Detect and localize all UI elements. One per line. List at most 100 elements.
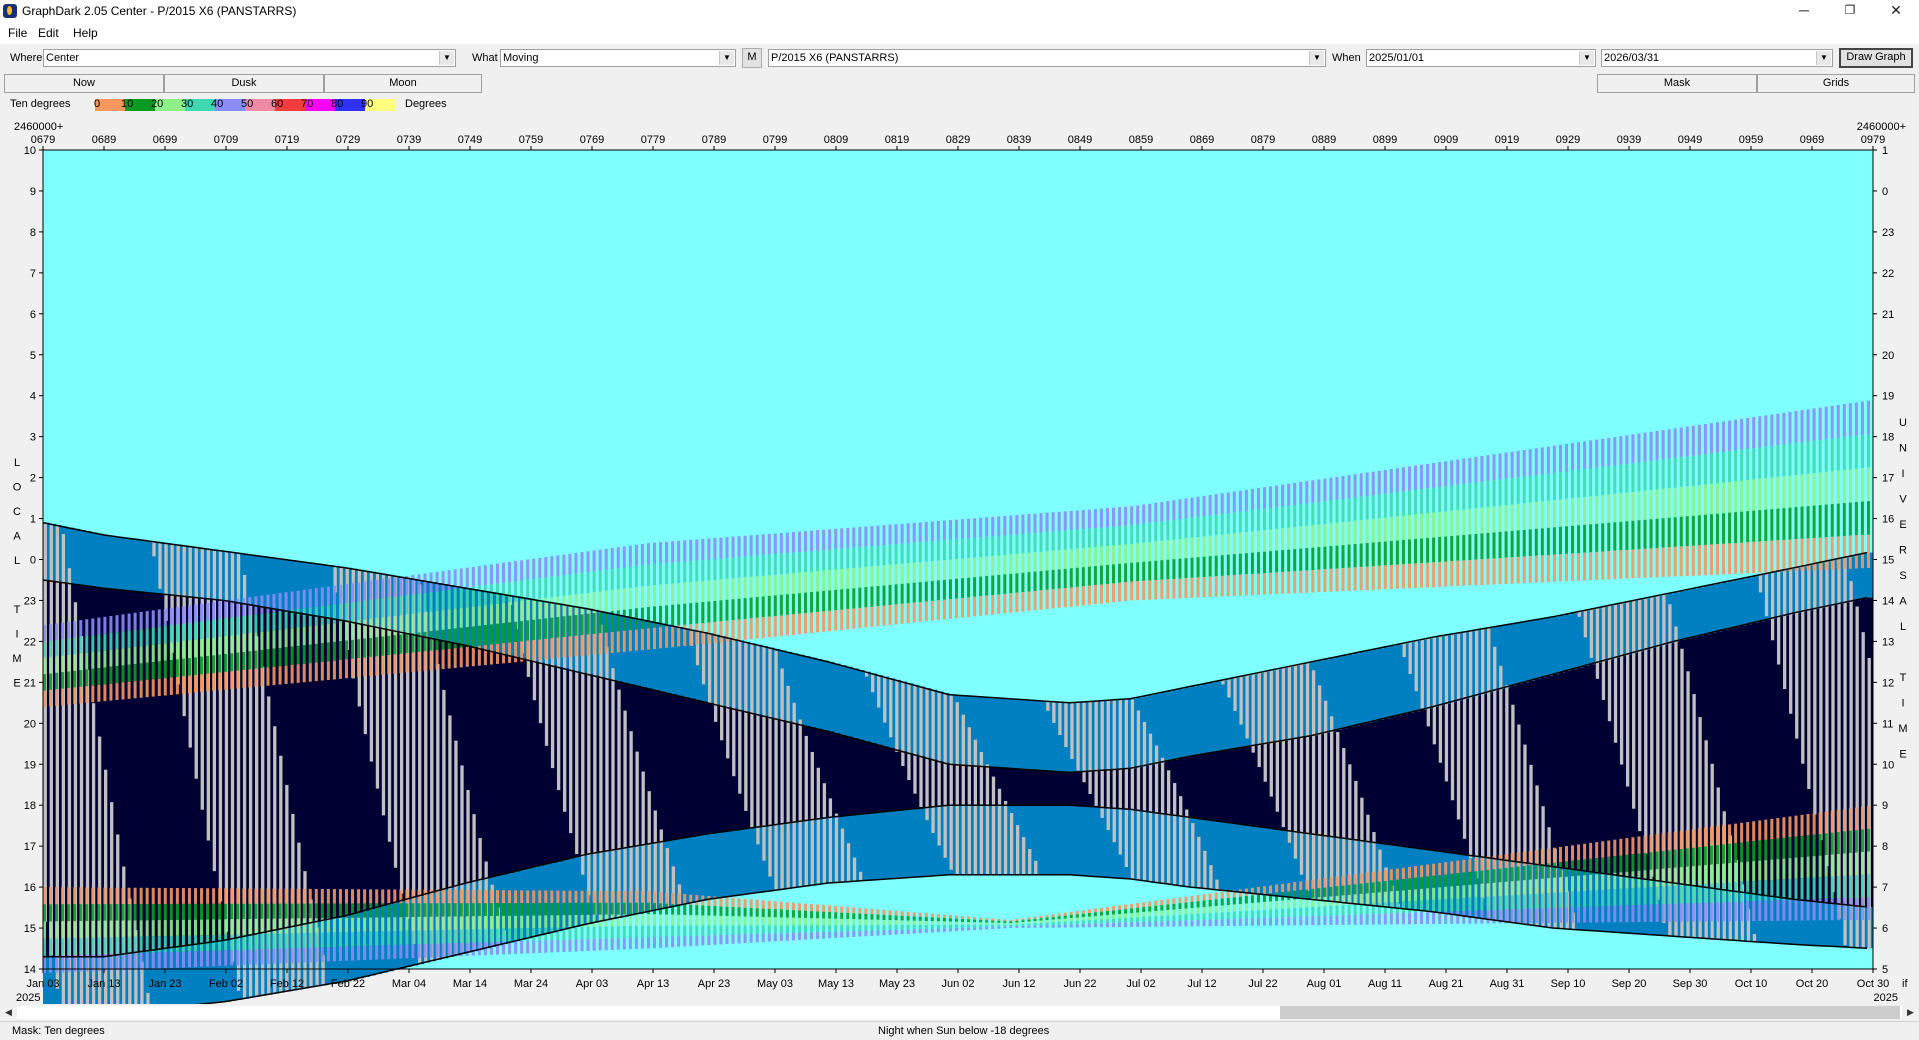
object-altitude-stripe [640,628,644,651]
menu-help[interactable]: Help [73,26,98,40]
object-altitude-stripe [1860,897,1864,920]
object-altitude-stripe [1866,806,1870,829]
start-date-select[interactable]: 2025/01/01 ▼ [1366,49,1596,67]
object-altitude-stripe [586,938,590,951]
object-altitude-stripe [1546,527,1550,555]
object-altitude-stripe [870,606,874,627]
object-altitude-stripe [471,942,475,956]
object-altitude-stripe [284,933,288,949]
object-altitude-stripe [1220,905,1224,913]
grids-button[interactable]: Grids [1757,74,1915,93]
object-altitude-stripe [1166,559,1170,580]
object-altitude-stripe [1746,480,1750,512]
moonlight-stripe [1052,701,1056,723]
m-button[interactable]: M [742,48,762,68]
night-column [1184,757,1192,817]
draw-graph-button[interactable]: Draw Graph [1839,48,1913,68]
evening-twilight-column [1365,650,1373,723]
object-altitude-stripe [1172,519,1176,540]
object-altitude-stripe [1353,497,1357,521]
object-altitude-stripe [1299,916,1303,926]
object-altitude-stripe [846,925,850,932]
object-altitude-stripe [1238,911,1242,919]
object-altitude-stripe [471,566,475,587]
horizontal-scrollbar[interactable]: ◀ ▶ [0,1004,1919,1021]
chevron-down-icon[interactable]: ▼ [1309,51,1324,65]
menu-file[interactable]: File [8,26,27,40]
object-altitude-stripe [653,585,657,607]
now-button[interactable]: Now [4,74,164,93]
object-altitude-stripe [894,915,898,921]
evening-twilight-column [1752,576,1759,623]
object-altitude-stripe [508,561,512,583]
object-altitude-stripe [1160,910,1164,916]
object-altitude-stripe [840,918,844,926]
object-altitude-stripe [1564,526,1568,554]
what-select[interactable]: Moving ▼ [500,49,736,67]
legend-value: 90 [361,98,374,110]
object-select[interactable]: P/2015 X6 (PANSTARRS) ▼ [768,49,1326,67]
object-altitude-stripe [224,671,228,690]
object-altitude-stripe [224,919,228,935]
object-altitude-stripe [918,542,922,563]
evening-twilight-column [1715,583,1723,632]
object-altitude-stripe [1003,921,1007,923]
object-altitude-stripe [1196,920,1200,927]
object-altitude-stripe [236,888,240,904]
menu-edit[interactable]: Edit [38,26,59,40]
maximize-button[interactable]: ❐ [1827,0,1873,22]
chevron-down-icon[interactable]: ▼ [1579,51,1594,65]
object-altitude-stripe [870,925,874,931]
object-altitude-stripe [550,576,554,598]
object-altitude-stripe [1075,567,1079,587]
object-altitude-stripe [363,581,367,601]
close-button[interactable]: ✕ [1873,0,1919,22]
object-altitude-stripe [1238,490,1242,512]
darkness-graph[interactable]: 0679Jan 030689Jan 130699Jan 230709Feb 02… [0,114,1919,1004]
chevron-down-icon[interactable]: ▼ [1816,51,1831,65]
object-altitude-stripe [1528,879,1532,895]
night-column [520,658,527,871]
object-altitude-stripe [791,593,795,615]
mask-button[interactable]: Mask [1597,74,1757,93]
object-altitude-stripe [936,600,940,621]
scroll-right-icon[interactable]: ▶ [1902,1004,1919,1021]
scroll-thumb[interactable] [1280,1006,1900,1019]
object-altitude-stripe [538,639,542,660]
moonlight-stripe [1305,663,1310,892]
object-altitude-stripe [55,639,59,657]
universal-time-axis-letter: T [1900,672,1907,684]
dusk-button[interactable]: Dusk [164,74,324,93]
object-altitude-stripe [127,630,131,648]
moonlight-stripe [1789,568,1793,714]
chevron-down-icon[interactable]: ▼ [719,51,734,65]
evening-twilight-column [1178,688,1185,759]
date-tick-label: Feb 22 [331,978,365,990]
moon-button[interactable]: Moon [324,74,482,93]
object-altitude-stripe [1722,882,1726,903]
object-altitude-stripe [1812,537,1816,571]
universal-time-tick-label: 12 [1882,677,1894,689]
object-altitude-stripe [483,645,487,666]
object-altitude-stripe [1057,530,1061,551]
object-altitude-stripe [749,535,753,557]
object-altitude-stripe [163,936,167,953]
object-altitude-stripe [1359,496,1363,521]
scroll-left-icon[interactable]: ◀ [0,1004,17,1021]
object-altitude-stripe [761,534,765,556]
object-altitude-stripe [157,920,161,937]
end-date-select[interactable]: 2026/03/31 ▼ [1601,49,1833,67]
object-altitude-stripe [532,890,536,903]
minimize-button[interactable]: ─ [1781,0,1827,22]
object-altitude-stripe [1395,516,1399,541]
chevron-down-icon[interactable]: ▼ [439,51,454,65]
object-altitude-stripe [399,634,403,654]
object-altitude-stripe [1468,884,1472,898]
object-altitude-stripe [169,607,173,626]
object-altitude-stripe [1075,548,1079,568]
object-altitude-stripe [175,676,179,695]
object-altitude-stripe [918,522,922,543]
object-altitude-stripe [1099,919,1103,924]
object-altitude-stripe [187,658,191,676]
where-select[interactable]: Center ▼ [43,49,456,67]
